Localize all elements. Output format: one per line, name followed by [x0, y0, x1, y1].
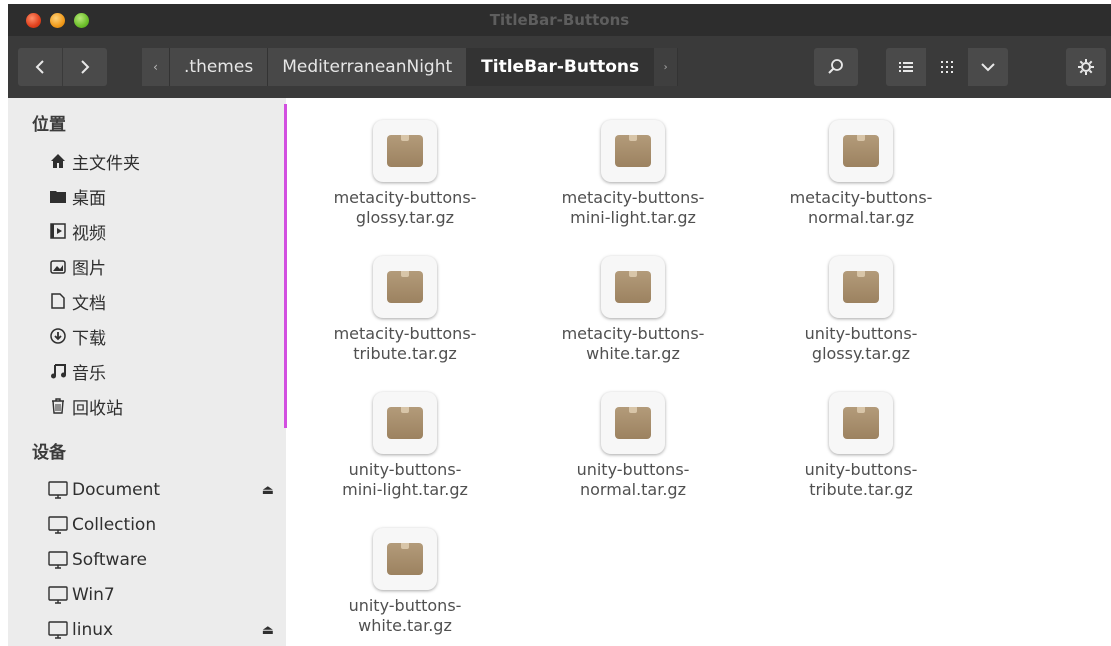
- document-icon: [48, 291, 68, 311]
- file-item[interactable]: metacity-buttons-white.tar.gz: [523, 256, 743, 364]
- file-name: unity-buttons-glossy.tar.gz: [804, 324, 918, 363]
- file-item[interactable]: unity-buttons-normal.tar.gz: [523, 392, 743, 500]
- list-view-button[interactable]: [886, 48, 926, 86]
- settings-button[interactable]: [1066, 48, 1106, 86]
- eject-icon[interactable]: ⏏: [262, 623, 274, 638]
- sidebar-item-pictures[interactable]: 图片: [48, 251, 278, 281]
- desktop-folder-icon: [48, 186, 68, 206]
- file-item[interactable]: unity-buttons-tribute.tar.gz: [751, 392, 971, 500]
- breadcrumb: ‹ .themes MediterraneanNight TitleBar-Bu…: [142, 48, 679, 86]
- file-item[interactable]: metacity-buttons-mini-light.tar.gz: [523, 120, 743, 228]
- drive-icon: [48, 585, 68, 605]
- sidebar-item-label: Collection: [72, 515, 157, 535]
- file-name: metacity-buttons-glossy.tar.gz: [333, 188, 477, 227]
- sidebar-item-win7-drive[interactable]: Win7: [48, 580, 278, 610]
- file-item[interactable]: metacity-buttons-glossy.tar.gz: [295, 120, 515, 228]
- list-icon: [899, 62, 913, 72]
- sidebar-item-label: 音乐: [72, 363, 106, 384]
- chevron-down-icon: [981, 63, 995, 72]
- sidebar-item-label: 桌面: [72, 188, 106, 209]
- file-manager-window: TitleBar-Buttons ‹ .themes Mediterranean…: [8, 4, 1111, 646]
- sidebar: 位置 主文件夹 桌面 视频 图片 文档 下载 音乐 回收站 设备 Documen…: [8, 98, 286, 646]
- breadcrumb-scroll-right[interactable]: ›: [654, 48, 679, 86]
- breadcrumb-item-mediterraneannight[interactable]: MediterraneanNight: [268, 48, 468, 86]
- file-name: unity-buttons-mini-light.tar.gz: [342, 460, 468, 499]
- sidebar-item-trash[interactable]: 回收站: [48, 391, 278, 421]
- sidebar-item-music[interactable]: 音乐: [48, 356, 278, 386]
- search-button[interactable]: [814, 48, 858, 86]
- home-icon: [48, 151, 68, 171]
- download-icon: [48, 326, 68, 346]
- file-name: unity-buttons-normal.tar.gz: [576, 460, 690, 499]
- sidebar-item-label: 回收站: [72, 398, 123, 419]
- archive-icon: [829, 120, 893, 182]
- file-name: unity-buttons-white.tar.gz: [348, 596, 462, 635]
- archive-icon: [373, 392, 437, 454]
- sidebar-section-places-title: 位置: [32, 115, 66, 135]
- sidebar-item-documents[interactable]: 文档: [48, 286, 278, 316]
- file-name: metacity-buttons-normal.tar.gz: [789, 188, 933, 227]
- picture-icon: [48, 256, 68, 276]
- archive-icon: [373, 256, 437, 318]
- file-name: unity-buttons-tribute.tar.gz: [804, 460, 918, 499]
- file-item[interactable]: unity-buttons-mini-light.tar.gz: [295, 392, 515, 500]
- sidebar-item-document-drive[interactable]: Document ⏏: [48, 475, 278, 505]
- sidebar-item-label: 文档: [72, 293, 106, 314]
- drive-icon: [48, 620, 68, 640]
- sidebar-item-software-drive[interactable]: Software: [48, 545, 278, 575]
- search-icon: [828, 59, 843, 74]
- sidebar-item-linux-drive[interactable]: linux ⏏: [48, 615, 278, 645]
- breadcrumb-item-titlebar-buttons[interactable]: TitleBar-Buttons: [467, 48, 655, 86]
- trash-icon: [48, 396, 68, 416]
- sidebar-item-home[interactable]: 主文件夹: [48, 146, 278, 176]
- sidebar-item-label: Software: [72, 550, 147, 570]
- breadcrumb-item-themes[interactable]: .themes: [170, 48, 269, 86]
- sidebar-item-collection-drive[interactable]: Collection: [48, 510, 278, 540]
- archive-icon: [829, 392, 893, 454]
- file-name: metacity-buttons-tribute.tar.gz: [333, 324, 477, 363]
- music-icon: [48, 361, 68, 381]
- drive-icon: [48, 550, 68, 570]
- grid-icon: [941, 61, 953, 73]
- archive-icon: [373, 120, 437, 182]
- archive-icon: [829, 256, 893, 318]
- sidebar-item-label: 下载: [72, 328, 106, 349]
- grid-view-button[interactable]: [927, 48, 967, 86]
- sidebar-item-desktop[interactable]: 桌面: [48, 181, 278, 211]
- view-options-button[interactable]: [968, 48, 1008, 86]
- back-button[interactable]: [18, 48, 62, 86]
- sidebar-item-label: linux: [72, 620, 114, 640]
- file-name: metacity-buttons-white.tar.gz: [561, 324, 705, 363]
- file-item[interactable]: metacity-buttons-normal.tar.gz: [751, 120, 971, 228]
- breadcrumb-scroll-left[interactable]: ‹: [142, 48, 170, 86]
- archive-icon: [601, 392, 665, 454]
- sidebar-item-downloads[interactable]: 下载: [48, 321, 278, 351]
- video-icon: [48, 221, 68, 241]
- window-title: TitleBar-Buttons: [489, 11, 630, 29]
- sidebar-item-label: 视频: [72, 223, 106, 244]
- title-bar[interactable]: TitleBar-Buttons: [8, 4, 1111, 36]
- file-item[interactable]: metacity-buttons-tribute.tar.gz: [295, 256, 515, 364]
- drive-icon: [48, 480, 68, 500]
- sidebar-item-label: 图片: [72, 258, 106, 279]
- file-name: metacity-buttons-mini-light.tar.gz: [561, 188, 705, 227]
- file-item[interactable]: unity-buttons-white.tar.gz: [295, 528, 515, 636]
- sidebar-item-label: Win7: [72, 585, 115, 605]
- archive-icon: [601, 256, 665, 318]
- chevron-right-icon: [81, 60, 90, 74]
- file-item[interactable]: unity-buttons-glossy.tar.gz: [751, 256, 971, 364]
- eject-icon[interactable]: ⏏: [262, 483, 274, 498]
- toolbar: ‹ .themes MediterraneanNight TitleBar-Bu…: [8, 36, 1111, 98]
- gear-icon: [1078, 59, 1094, 75]
- sidebar-item-label: Document: [72, 480, 161, 500]
- drive-icon: [48, 515, 68, 535]
- chevron-left-icon: [35, 60, 44, 74]
- forward-button[interactable]: [63, 48, 107, 86]
- sidebar-section-devices-title: 设备: [32, 443, 66, 463]
- file-grid: metacity-buttons-glossy.tar.gz metacity-…: [287, 98, 1111, 646]
- archive-icon: [601, 120, 665, 182]
- archive-icon: [373, 528, 437, 590]
- sidebar-item-label: 主文件夹: [72, 153, 140, 174]
- sidebar-item-videos[interactable]: 视频: [48, 216, 278, 246]
